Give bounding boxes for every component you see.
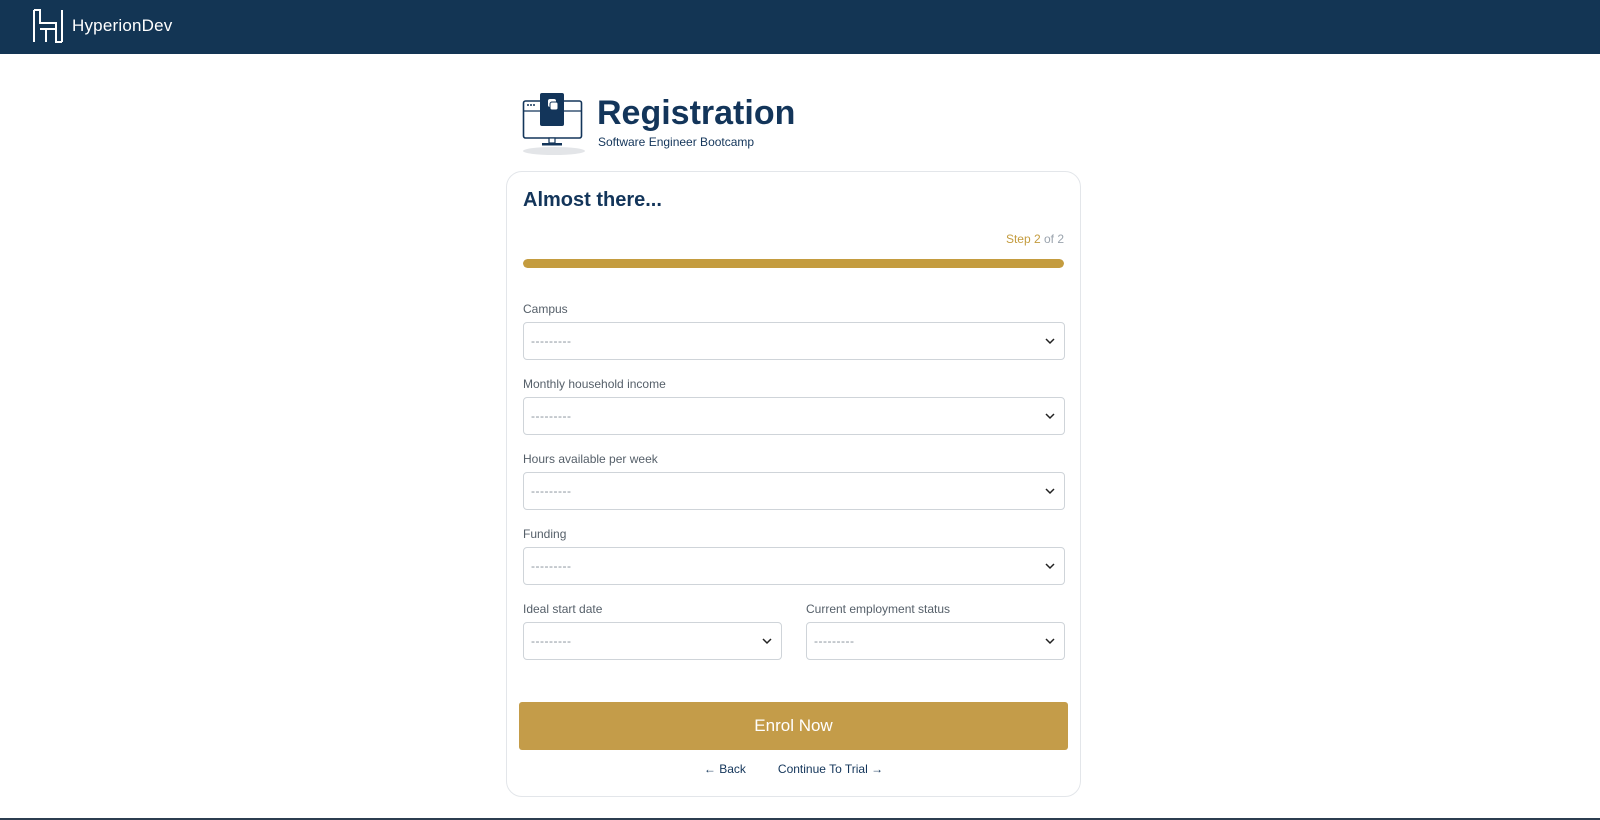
- step-current: Step 2: [1005, 232, 1041, 246]
- back-link[interactable]: ← Back: [704, 762, 746, 776]
- funding-label: Funding: [523, 527, 567, 541]
- start-date-label: Ideal start date: [523, 602, 603, 616]
- step-total: of 2: [1043, 232, 1064, 246]
- hyperiondev-logo-icon: [33, 9, 63, 43]
- employment-select[interactable]: ---------: [806, 622, 1065, 660]
- chevron-down-icon: [1045, 638, 1055, 645]
- page-subtitle: Software Engineer Bootcamp: [598, 135, 755, 149]
- start-date-select[interactable]: ---------: [523, 622, 782, 660]
- continue-to-trial-link[interactable]: Continue To Trial →: [778, 762, 883, 776]
- income-label: Monthly household income: [523, 377, 666, 391]
- enrol-now-button[interactable]: Enrol Now: [519, 702, 1068, 750]
- progress-fill: [523, 259, 1064, 268]
- employment-label: Current employment status: [806, 602, 951, 616]
- employment-value: ---------: [814, 634, 855, 648]
- hours-select[interactable]: ---------: [523, 472, 1065, 510]
- form-nav-links: ← Back Continue To Trial →: [507, 762, 1080, 776]
- campus-label: Campus: [523, 302, 568, 316]
- brand[interactable]: HyperionDev: [32, 8, 172, 44]
- registration-header: Registration Software Engineer Bootcamp: [522, 92, 942, 158]
- step-indicator: Step 2 of 2: [1006, 232, 1064, 246]
- chevron-down-icon: [762, 638, 772, 645]
- funding-value: ---------: [531, 559, 572, 573]
- hours-value: ---------: [531, 484, 572, 498]
- chevron-down-icon: [1045, 413, 1055, 420]
- campus-select[interactable]: ---------: [523, 322, 1065, 360]
- start-date-value: ---------: [531, 634, 572, 648]
- computer-python-icon: [522, 93, 585, 155]
- registration-form-card: Almost there... Step 2 of 2 Campus -----…: [506, 171, 1081, 797]
- page-title: Registration: [597, 94, 796, 132]
- chevron-down-icon: [1045, 563, 1055, 570]
- chevron-down-icon: [1045, 338, 1055, 345]
- hours-label: Hours available per week: [523, 452, 658, 466]
- income-value: ---------: [531, 409, 572, 423]
- campus-value: ---------: [531, 334, 572, 348]
- income-select[interactable]: ---------: [523, 397, 1065, 435]
- progress-bar: [523, 259, 1064, 268]
- top-navbar: HyperionDev: [0, 0, 1600, 54]
- chevron-down-icon: [1045, 488, 1055, 495]
- form-heading: Almost there...: [523, 189, 662, 211]
- funding-select[interactable]: ---------: [523, 547, 1065, 585]
- brand-name: HyperionDev: [72, 16, 173, 35]
